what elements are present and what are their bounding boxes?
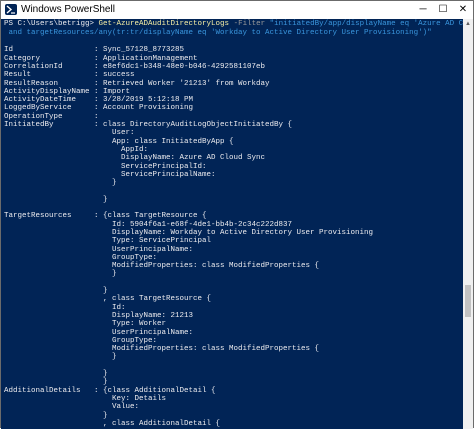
- maximize-icon: ☐: [438, 4, 448, 15]
- window-title: Windows PowerShell: [21, 4, 115, 15]
- powershell-icon[interactable]: [5, 4, 17, 15]
- output-line: }: [4, 179, 117, 188]
- filter-string: "initiatedBy/app/displayName eq 'Azure A…: [269, 20, 463, 28]
- command-name: Get-AzureADAuditDirectoryLogs: [98, 20, 230, 28]
- output-line: , class AdditionalDetail {: [4, 419, 221, 428]
- prompt: PS C:\Users\betrigg>: [4, 20, 95, 28]
- output-line: }: [4, 353, 117, 362]
- scroll-up-arrow-icon[interactable]: ▲: [465, 21, 471, 27]
- console-output[interactable]: PS C:\Users\betrigg> Get-AzureADAuditDir…: [1, 19, 463, 429]
- maximize-button[interactable]: ☐: [433, 1, 453, 19]
- close-icon: ✕: [458, 4, 468, 15]
- command-line: PS C:\Users\betrigg> Get-AzureADAuditDir…: [4, 20, 463, 29]
- output-line: }: [4, 270, 117, 279]
- command-parameter: -Filter: [233, 20, 266, 28]
- vertical-scrollbar[interactable]: ▲: [463, 19, 473, 429]
- filter-string-continued: and targetResources/any(tr:tr/displayNam…: [4, 29, 432, 37]
- title-bar[interactable]: Windows PowerShell ─ ☐ ✕: [1, 1, 473, 19]
- scrollbar-thumb[interactable]: [465, 285, 471, 317]
- close-button[interactable]: ✕: [453, 1, 473, 19]
- powershell-window: Windows PowerShell ─ ☐ ✕ PS C:\Users\bet…: [0, 0, 474, 429]
- minimize-icon: ─: [419, 4, 427, 15]
- minimize-button[interactable]: ─: [413, 1, 433, 19]
- output-line: }: [4, 195, 108, 204]
